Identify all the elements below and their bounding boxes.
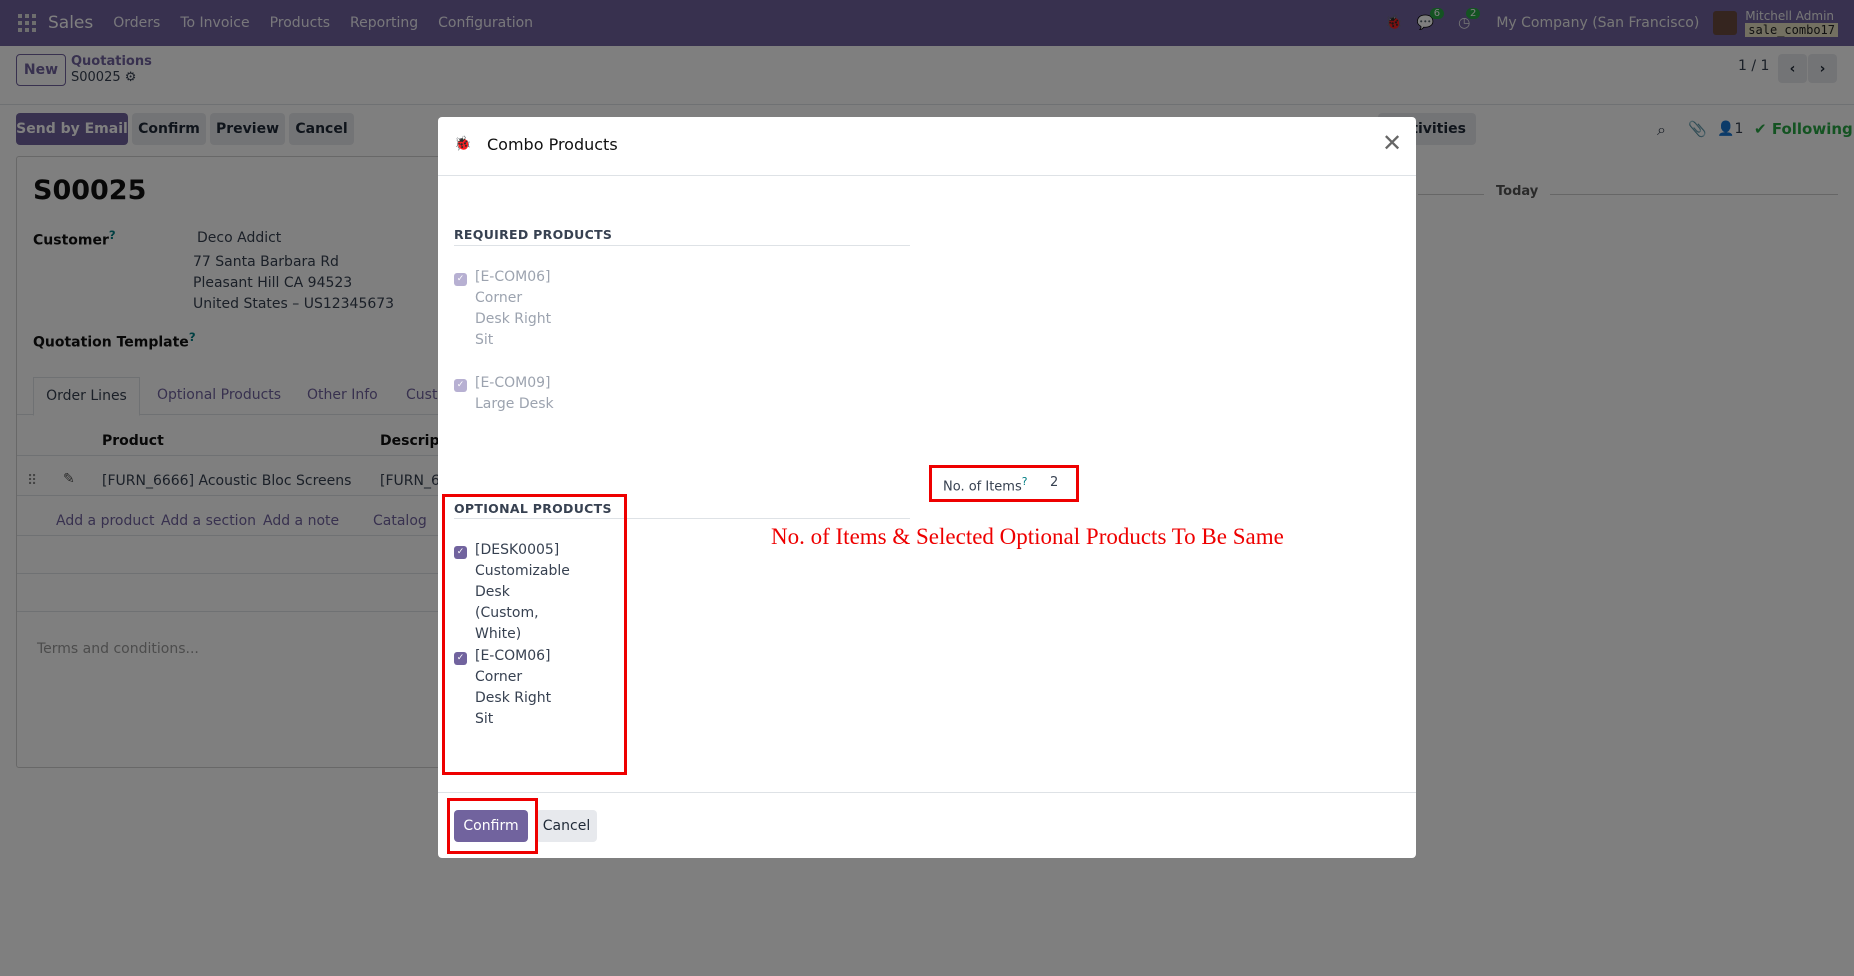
bug-icon: 🐞 [454, 136, 472, 152]
required-checkbox-2: ✓ [454, 379, 467, 392]
dialog-header: 🐞 Combo Products ✕ [438, 117, 1416, 176]
annotation-text: No. of Items & Selected Optional Product… [771, 524, 1284, 549]
required-product-1: [E-COM06] Corner Desk Right Sit [475, 269, 552, 348]
required-checkbox-1: ✓ [454, 273, 467, 286]
required-products-heading: REQUIRED PRODUCTS [454, 227, 613, 242]
dialog-title: Combo Products [487, 135, 618, 154]
dialog-cancel-button[interactable]: Cancel [536, 810, 597, 842]
navbar-backdrop [0, 0, 1854, 46]
optional-products-highlight [442, 494, 627, 775]
no-of-items-highlight [929, 465, 1079, 502]
required-product-2: [E-COM09] Large Desk [475, 375, 554, 412]
close-icon[interactable]: ✕ [1382, 129, 1402, 157]
required-divider [454, 245, 910, 246]
footer-divider [438, 792, 1416, 793]
confirm-highlight [447, 798, 538, 854]
